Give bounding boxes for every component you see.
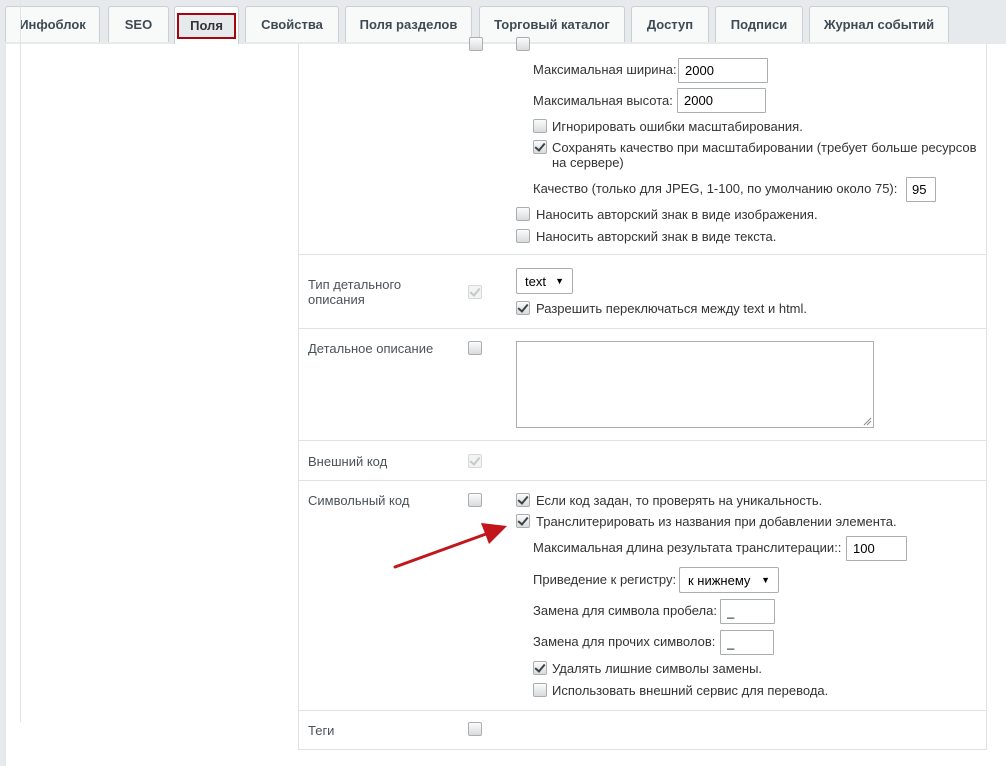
detail-type-select[interactable]: text ▼ <box>516 268 573 294</box>
detail-text-required-checkbox[interactable] <box>468 341 482 355</box>
max-height-input[interactable] <box>677 88 766 113</box>
row-divider <box>298 440 987 441</box>
remove-extra-checkbox[interactable] <box>533 661 547 675</box>
max-len-input[interactable] <box>846 536 907 561</box>
tab-label: Поля разделов <box>359 17 458 32</box>
tab-bar: Инфоблок SEO Поля Свойства Поля разделов… <box>0 0 1006 44</box>
tab-label: Доступ <box>646 17 694 32</box>
tab-label: Поля <box>177 12 236 39</box>
quality-input[interactable] <box>906 177 936 202</box>
row-divider <box>298 710 987 711</box>
preview-resize-checkbox[interactable] <box>469 37 483 51</box>
detail-type-label: Тип детального <box>308 277 402 292</box>
tab-trade-catalog[interactable]: Торговый каталог <box>479 6 625 42</box>
check-unique-checkbox[interactable] <box>516 493 530 507</box>
case-select[interactable]: к нижнему ▼ <box>679 567 779 593</box>
tab-captions[interactable]: Подписи <box>715 6 803 42</box>
max-width-input[interactable] <box>678 58 768 83</box>
space-replace-label: Замена для символа пробела: <box>533 603 717 618</box>
use-service-label: Использовать внешний сервис для перевода… <box>552 683 829 698</box>
external-code-label: Внешний код <box>308 454 388 469</box>
transliterate-checkbox[interactable] <box>516 514 530 528</box>
tags-required-checkbox[interactable] <box>468 722 482 736</box>
check-unique-label: Если код задан, то проверять на уникальн… <box>536 493 823 508</box>
tab-section-fields[interactable]: Поля разделов <box>345 6 472 42</box>
tab-label: Подписи <box>730 17 788 32</box>
case-select-value: к нижнему <box>688 572 751 588</box>
tab-seo[interactable]: SEO <box>108 6 169 42</box>
use-service-checkbox[interactable] <box>533 683 547 697</box>
ignore-errors-checkbox[interactable] <box>533 119 547 133</box>
detail-type-required-checkbox <box>468 285 482 299</box>
allow-switch-checkbox[interactable] <box>516 301 530 315</box>
case-label: Приведение к регистру: <box>533 572 677 587</box>
resize-grip-icon[interactable] <box>862 416 872 426</box>
symbolic-code-label: Символьный код <box>308 493 410 508</box>
keep-quality-checkbox[interactable] <box>533 140 547 154</box>
detail-type-label-cont: описания <box>308 292 365 307</box>
tab-label: Торговый каталог <box>494 17 610 32</box>
tab-label: SEO <box>124 17 153 32</box>
max-width-label: Максимальная ширина: <box>533 62 677 77</box>
tab-access[interactable]: Доступ <box>631 6 709 42</box>
remove-extra-label: Удалять лишние символы замены. <box>552 661 763 676</box>
watermark-text-checkbox[interactable] <box>516 229 530 243</box>
ignore-errors-label: Игнорировать ошибки масштабирования. <box>552 119 803 134</box>
external-code-required-checkbox <box>468 454 482 468</box>
max-len-label: Максимальная длина результата транслитер… <box>533 540 842 555</box>
row-divider <box>298 328 987 329</box>
other-replace-input[interactable] <box>720 630 774 655</box>
chevron-down-icon: ▼ <box>555 276 564 286</box>
left-divider <box>20 0 21 722</box>
tab-fields[interactable]: Поля <box>174 6 239 44</box>
watermark-image-checkbox[interactable] <box>516 207 530 221</box>
watermark-image-label: Наносить авторский знак в виде изображен… <box>536 207 818 222</box>
tab-event-log[interactable]: Журнал событий <box>809 6 949 42</box>
keep-quality-label-cont: на сервере) <box>552 155 624 170</box>
symbolic-code-required-checkbox[interactable] <box>468 493 482 507</box>
detail-type-select-value: text <box>525 273 546 289</box>
chevron-down-icon: ▼ <box>761 575 770 585</box>
other-replace-label: Замена для прочих символов: <box>533 634 716 649</box>
tab-label: Свойства <box>261 17 323 32</box>
space-replace-input[interactable] <box>720 599 775 624</box>
allow-switch-label: Разрешить переключаться между text и htm… <box>536 301 808 316</box>
scale-checkbox[interactable] <box>516 37 530 51</box>
detail-text-label: Детальное описание <box>308 341 434 356</box>
detail-text-textarea[interactable] <box>516 341 874 428</box>
keep-quality-label: Сохранять качество при масштабировании (… <box>552 140 977 155</box>
tab-label: Инфоблок <box>19 17 86 32</box>
watermark-text-label: Наносить авторский знак в виде текста. <box>536 229 777 244</box>
quality-label: Качество (только для JPEG, 1-100, по умо… <box>533 181 898 196</box>
row-divider <box>298 254 987 255</box>
row-divider <box>298 480 987 481</box>
transliterate-label: Транслитерировать из названия при добавл… <box>536 514 897 529</box>
tags-label: Теги <box>308 723 335 738</box>
tab-properties[interactable]: Свойства <box>245 6 339 42</box>
tab-label: Журнал событий <box>823 17 935 32</box>
max-height-label: Максимальная высота: <box>533 93 673 108</box>
